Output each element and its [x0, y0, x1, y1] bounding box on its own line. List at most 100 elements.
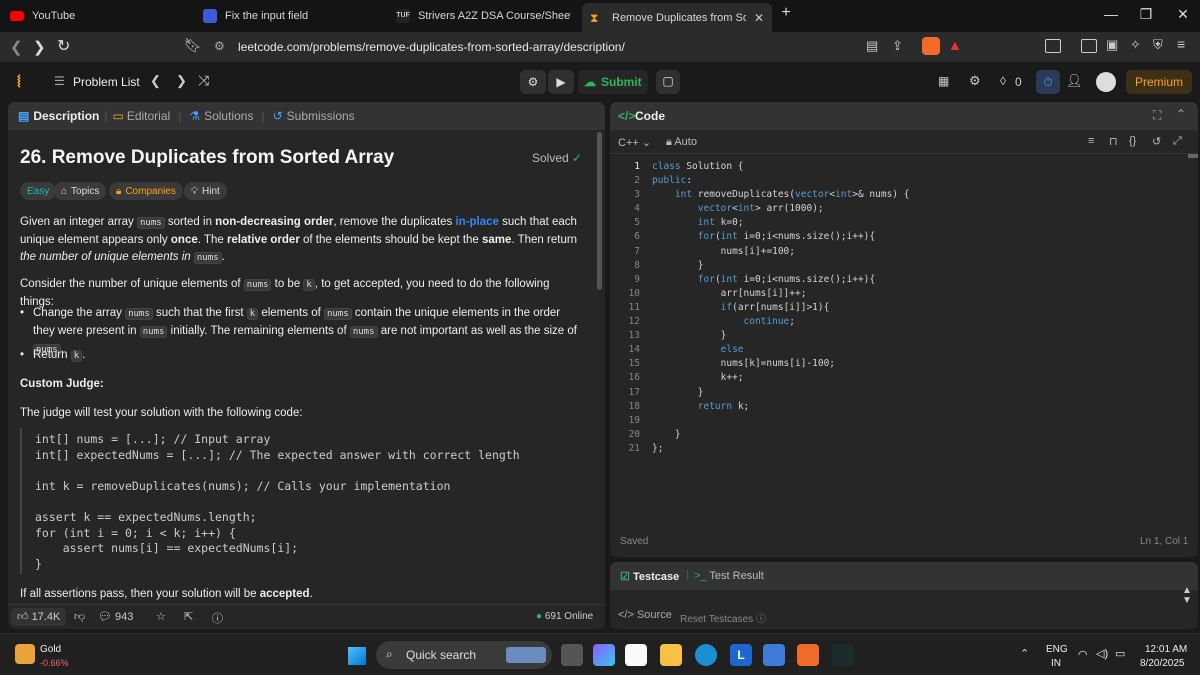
wifi-icon[interactable]: ◠ [1078, 648, 1088, 661]
timer-icon[interactable]: ⏱ [1036, 70, 1060, 94]
bookmark-code-icon[interactable]: ⊓ [1109, 135, 1118, 148]
in-place-link[interactable]: in-place [455, 216, 498, 228]
sidebar-icon[interactable] [1081, 39, 1097, 53]
windows-start-icon[interactable] [348, 647, 366, 665]
reset-testcases-button[interactable]: Reset Testcases ⓘ [680, 610, 766, 625]
battery-icon[interactable]: ▭ [1115, 647, 1125, 660]
close-window-button[interactable]: ✕ [1168, 6, 1198, 23]
problem-list-link[interactable]: Problem List [73, 75, 140, 89]
topics-tag[interactable]: ⌂ Topics [54, 182, 107, 200]
streak-icon[interactable]: ◊ [1000, 74, 1006, 88]
hint-tag[interactable]: 💡︎ Hint [184, 182, 227, 200]
format-icon[interactable]: ≡ [1088, 135, 1094, 147]
help-icon[interactable]: ⓘ [212, 610, 223, 626]
share-icon[interactable]: ⇱ [184, 610, 193, 623]
leetcode-logo-icon[interactable]: ⧙ [17, 71, 21, 92]
braces-icon[interactable]: {} [1129, 135, 1136, 147]
comments-button[interactable]: 💬︎ 943 [98, 610, 133, 623]
bookmark-icon[interactable]: 🔖︎ [184, 37, 202, 54]
share-icon[interactable]: ⇪ [892, 38, 903, 54]
page-scroll-arrows[interactable]: ▲ ▼ [1182, 586, 1192, 606]
notes-button[interactable]: ▢ [656, 70, 680, 94]
store-icon[interactable] [625, 644, 647, 666]
debug-button[interactable]: ⚙ [520, 70, 546, 94]
tab-description[interactable]: ▤ Description [18, 109, 99, 123]
tab-leetcode[interactable]: ⧗ Remove Duplicates from Sorted ✕ [582, 3, 772, 32]
maximize-icon[interactable]: ⛶ [1153, 108, 1161, 123]
tab-submissions[interactable]: ↺ Submissions [273, 109, 355, 123]
reload-icon[interactable]: ↻ [57, 36, 70, 56]
app-a-icon[interactable] [763, 644, 785, 666]
layout-icon[interactable]: ▦ [938, 74, 949, 88]
star-icon[interactable]: ☆ [156, 610, 166, 623]
forward-icon[interactable]: ❯ [33, 38, 46, 56]
mode-label: Auto [674, 136, 697, 148]
site-settings-icon[interactable]: ⚙︎ [214, 39, 225, 53]
source-button[interactable]: </> Source [618, 609, 672, 621]
run-button[interactable]: ▶ [548, 70, 574, 94]
tab-label: Fix the input field [225, 10, 309, 22]
avatar[interactable] [1096, 72, 1116, 92]
auto-mode[interactable]: 🔒︎ Auto [666, 136, 697, 149]
language-code[interactable]: ENG [1046, 644, 1068, 655]
restore-button[interactable]: ❐ [1131, 6, 1161, 23]
tray-overflow-icon[interactable]: ⌃ [1020, 647, 1029, 660]
vpn-icon[interactable]: ⛨ [1153, 37, 1163, 53]
brave-shields-icon[interactable] [922, 37, 940, 55]
menu-icon[interactable]: ≡ [1177, 36, 1185, 52]
like-button[interactable]: 👍︎ 17.4K [11, 608, 67, 626]
close-tab-icon[interactable]: ✕ [754, 11, 764, 25]
dislike-icon[interactable]: 👎︎ [74, 610, 85, 623]
wallet-icon[interactable]: ▣ [1106, 37, 1118, 53]
scrollbar-thumb[interactable] [597, 132, 602, 290]
tab-fix-input[interactable]: Fix the input field [203, 4, 373, 28]
clock-time[interactable]: 12:01 AM [1145, 644, 1187, 655]
new-tab-button[interactable]: + [771, 4, 801, 22]
custom-judge-heading: Custom Judge: [20, 378, 104, 390]
stock-widget-icon[interactable] [15, 644, 35, 664]
shuffle-icon[interactable]: ⤨ [198, 72, 209, 89]
edge-icon[interactable] [695, 644, 717, 666]
tab-test-result[interactable]: >_ Test Result [694, 570, 764, 582]
minimize-button[interactable]: — [1096, 6, 1126, 22]
tab-editorial[interactable]: ▭ Editorial [112, 109, 170, 123]
tab-strivers[interactable]: TUF Strivers A2Z DSA Course/Sheet - Crac [396, 4, 571, 28]
tab-testcase[interactable]: ☑ Testcase [620, 570, 679, 583]
volume-icon[interactable]: ◁) [1096, 647, 1108, 660]
task-view-icon[interactable] [561, 644, 583, 666]
prev-problem-icon[interactable]: ❮ [150, 73, 161, 89]
screenshot-icon[interactable] [1045, 39, 1061, 53]
premium-button[interactable]: Premium [1126, 70, 1192, 94]
companies-tag[interactable]: 🔒︎ Companies [109, 182, 183, 200]
back-icon[interactable]: ❮ [10, 38, 23, 56]
collapse-icon[interactable]: ⌃ [1176, 107, 1186, 121]
line-number: 13 [628, 330, 640, 342]
copilot-icon[interactable] [593, 644, 615, 666]
tab-solutions[interactable]: ⚗ Solutions [189, 109, 253, 123]
file-explorer-icon[interactable] [660, 644, 682, 666]
fullscreen-icon[interactable]: ⤢ [1173, 135, 1182, 148]
solved-label: Solved [532, 151, 569, 165]
taskbar-search[interactable]: ⌕ Quick search [376, 641, 552, 669]
code-editor[interactable]: class Solution {public: int removeDuplic… [652, 160, 1182, 456]
app-l-icon[interactable]: L [730, 644, 752, 666]
next-problem-icon[interactable]: ❯ [176, 73, 187, 89]
reset-icon[interactable]: ↺ [1152, 135, 1161, 148]
brave-icon[interactable] [797, 644, 819, 666]
leo-ai-icon[interactable]: ✧ [1130, 37, 1141, 53]
text: . [309, 588, 313, 600]
code-line: else [720, 344, 744, 356]
text: Return [33, 349, 71, 361]
language-select[interactable]: C++ ⌄ [618, 136, 651, 149]
reader-icon[interactable]: ▤ [866, 38, 878, 54]
app-dark-icon[interactable] [832, 644, 854, 666]
tab-youtube[interactable]: YouTube [10, 4, 180, 28]
submit-button[interactable]: ☁ Submit [578, 70, 648, 94]
address-bar-row: ❮ ❯ ↻ 🔖︎ ⚙︎ leetcode.com/problems/remove… [0, 32, 1200, 62]
editor-scrollbar[interactable] [1188, 154, 1198, 158]
url-field[interactable]: ⚙︎ leetcode.com/problems/remove-duplicat… [204, 36, 974, 58]
line-number: 5 [634, 217, 640, 229]
invite-icon[interactable]: 👤︎ [1066, 73, 1083, 89]
settings-icon[interactable]: ⚙ [969, 73, 981, 89]
brave-rewards-icon[interactable]: ▲ [948, 37, 962, 53]
